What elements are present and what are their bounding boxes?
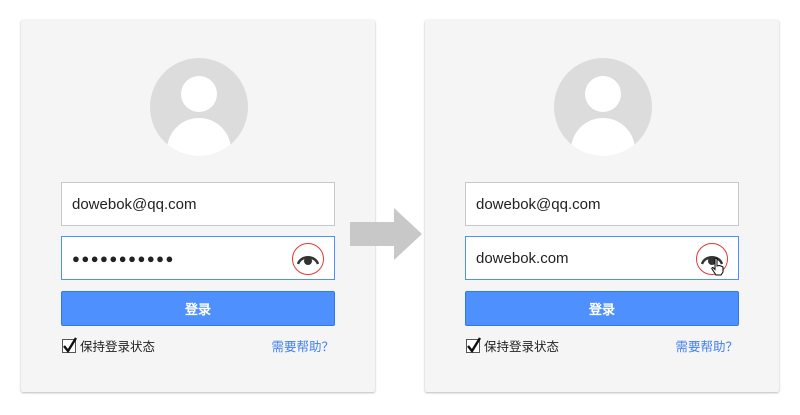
help-link[interactable]: 需要帮助？ [271,336,334,355]
eye-toggle-button[interactable] [696,243,728,276]
login-button[interactable]: 登录 [61,291,335,326]
hand-pointer-icon [711,258,724,276]
login-button[interactable]: 登录 [465,291,739,326]
remember-label: 保持登录状态 [80,339,156,354]
avatar-placeholder-icon [554,58,652,156]
remember-checkbox[interactable] [466,336,482,353]
checkmark-icon [63,336,78,353]
avatar-shoulders [167,118,231,156]
email-field[interactable]: dowebok@qq.com [61,182,335,226]
avatar-head [181,76,217,112]
email-field[interactable]: dowebok@qq.com [465,182,739,226]
remember-me[interactable]: 保持登录状态 [62,336,155,355]
remember-label: 保持登录状态 [484,339,560,354]
login-card-masked: dowebok@qq.com ●●●●●●●●●●● 登录 保持登录状态 需要帮… [21,20,375,392]
remember-checkbox[interactable] [62,336,78,353]
email-value: dowebok@qq.com [476,195,601,213]
password-revealed-value: dowebok.com [476,249,569,267]
remember-me[interactable]: 保持登录状态 [466,336,559,355]
right-arrow-icon [350,208,422,260]
login-card-revealed: dowebok@qq.com dowebok.com 登录 保持登录状态 需要帮… [425,20,779,392]
eye-icon [297,256,319,265]
checkmark-icon [467,336,482,353]
help-link[interactable]: 需要帮助？ [675,336,738,355]
email-value: dowebok@qq.com [72,195,197,213]
password-masked-value: ●●●●●●●●●●● [72,250,175,266]
eye-toggle-button[interactable] [292,243,324,275]
avatar-placeholder-icon [150,58,248,156]
password-field[interactable]: ●●●●●●●●●●● [61,236,335,280]
password-field[interactable]: dowebok.com [465,236,739,280]
avatar-shoulders [571,118,635,156]
avatar-head [585,76,621,112]
